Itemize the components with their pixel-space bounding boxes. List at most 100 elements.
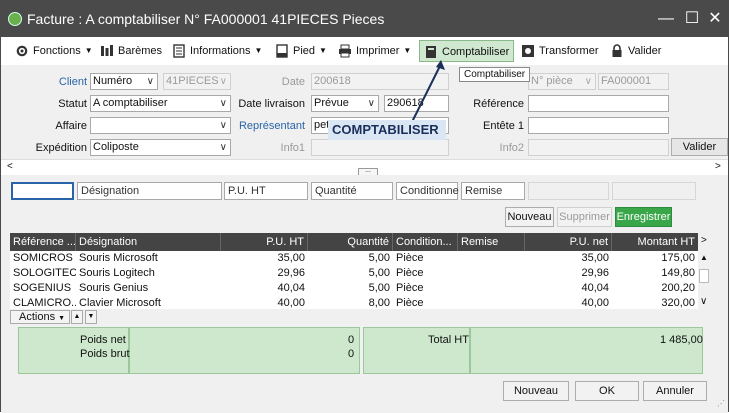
poids-net-value: 0 [348,334,355,346]
move-up-icon[interactable]: ▲ [71,310,83,324]
informations-label: Informations [190,45,251,57]
maximize-button[interactable]: ☐ [682,9,702,29]
cell-remise [458,281,525,296]
scroll-down-icon[interactable]: ∨ [700,296,707,307]
comptabiliser-callout: COMPTABILISER [328,120,446,140]
pied-menu[interactable]: Pied ▼ [275,40,327,62]
scroll-thumb[interactable] [699,269,709,283]
col-designation[interactable]: Désignation [76,233,221,251]
quantite-filter[interactable]: Quantité [311,182,393,200]
table-row[interactable]: CLAMICRO... Clavier Microsoft 40,00 8,00… [10,296,698,309]
client-field[interactable]: 41PIECES [163,73,231,90]
printer-icon [339,44,351,58]
transformer-label: Transformer [539,45,599,57]
cell-conditionnement: Pièce [396,282,424,294]
actions-label: Actions [19,311,56,323]
reference-filter-input[interactable] [11,182,74,200]
cell-puht: 40,04 [277,282,305,294]
statut-select[interactable]: A comptabiliser [90,95,231,112]
date-livraison-type-select[interactable]: Prévue [311,95,379,112]
annuler-button[interactable]: Annuler [643,381,707,401]
resize-grip-icon[interactable]: ⋰ [717,399,725,408]
entete1-field[interactable] [528,117,669,134]
scroll-columns-right-icon[interactable]: > [701,235,707,246]
info1-field[interactable] [311,139,449,156]
actions-menu[interactable]: Actions ▼ [10,310,70,324]
dropdown-arrow-icon: ▼ [58,315,66,322]
cell-reference: CLAMICRO... [13,297,76,309]
transform-icon [522,45,534,58]
affaire-select[interactable] [90,117,231,134]
nouveau-line-button[interactable]: Nouveau [505,207,554,227]
col-punet[interactable]: P.U. net [525,233,612,251]
lines-table-header: Référence ... Désignation P.U. HT Quanti… [10,233,698,251]
cell-conditionnement: Pièce [396,267,424,279]
cell-punet: 40,04 [581,282,609,294]
nouveau-footer-button[interactable]: Nouveau [503,381,569,401]
cell-montant-ht: 320,00 [661,297,695,309]
valider-toolbar-button[interactable]: Valider [610,40,661,62]
baremes-button[interactable]: Barèmes [100,40,162,62]
dropdown-arrow-icon: ▼ [319,46,327,56]
cell-conditionnement: Pièce [396,252,424,264]
scroll-right-icon[interactable]: > [715,161,721,172]
col-montant-ht[interactable]: Montant HT [612,233,698,251]
statut-label: Statut [58,98,87,110]
col-reference[interactable]: Référence ... [10,233,76,251]
cell-remise [458,266,525,281]
conditionne-filter[interactable]: Conditionne [396,182,459,200]
cell-punet: 29,96 [581,267,609,279]
client-type-select[interactable]: Numéro [90,73,158,90]
dropdown-arrow-icon: ▼ [84,46,93,56]
informations-menu[interactable]: Informations ▼ [172,40,262,62]
puht-filter[interactable]: P.U. HT [224,182,308,200]
table-vertical-scrollbar[interactable]: > ▲ ∨ [698,233,712,311]
close-button[interactable]: ✕ [705,9,725,29]
total-ht-value: 1 485,00 [660,334,703,346]
cell-reference: SOLOGITECH [13,267,76,279]
col-conditionnement[interactable]: Condition... [393,233,458,251]
app-icon [8,12,22,26]
expedition-select[interactable]: Coliposte [90,139,231,156]
col-remise[interactable]: Remise [458,233,525,251]
cell-puht: 40,00 [277,297,305,309]
cell-remise [458,296,525,309]
ok-button[interactable]: OK [575,381,639,401]
cell-montant-ht: 175,00 [661,252,695,264]
form-horizontal-scrollbar[interactable]: < > ... [1,159,728,176]
col-quantite[interactable]: Quantité [308,233,393,251]
table-row[interactable]: SOGENIUS Souris Genius 40,04 5,00 Pièce … [10,281,698,296]
table-row[interactable]: SOLOGITECH Souris Logitech 29,96 5,00 Pi… [10,266,698,281]
representant-label[interactable]: Représentant [231,120,305,132]
cell-quantite: 5,00 [368,282,390,294]
cell-designation: Souris Logitech [79,267,155,279]
weights-values-box [129,327,360,374]
reference-field[interactable] [528,95,669,112]
cell-quantite: 5,00 [368,267,390,279]
minimize-button[interactable]: — [656,9,676,29]
scroll-left-icon[interactable]: < [7,161,13,172]
piece-type-select[interactable]: N° pièce [528,73,596,90]
fonctions-menu[interactable]: Fonctions ▼ [15,40,93,62]
entete1-label: Entête 1 [483,120,524,132]
piece-number-field[interactable]: FA000001 [598,73,669,90]
supprimer-line-button[interactable]: Supprimer [557,207,612,227]
scroll-up-icon[interactable]: ▲ [700,253,708,262]
transformer-button[interactable]: Transformer [521,40,599,62]
move-down-icon[interactable]: ▼ [85,310,97,324]
col-puht[interactable]: P.U. HT [221,233,308,251]
table-row[interactable]: SOMICROS Souris Microsoft 35,00 5,00 Piè… [10,251,698,266]
dropdown-arrow-icon: ▼ [254,46,263,56]
cell-punet: 35,00 [581,252,609,264]
valider-button[interactable]: Valider [671,138,728,156]
client-label[interactable]: Client [31,76,87,88]
invoice-window: Facture : A comptabiliser N° FA000001 41… [0,0,729,413]
info2-label: Info2 [499,142,524,154]
enregistrer-line-button[interactable]: Enregistrer [615,207,672,227]
pied-label: Pied [293,45,316,57]
date-label: Date [281,76,305,88]
info2-field[interactable] [528,139,669,156]
remise-filter[interactable]: Remise [461,182,525,200]
designation-filter[interactable]: Désignation [77,182,222,200]
date-livraison-label: Date livraison [238,98,305,110]
